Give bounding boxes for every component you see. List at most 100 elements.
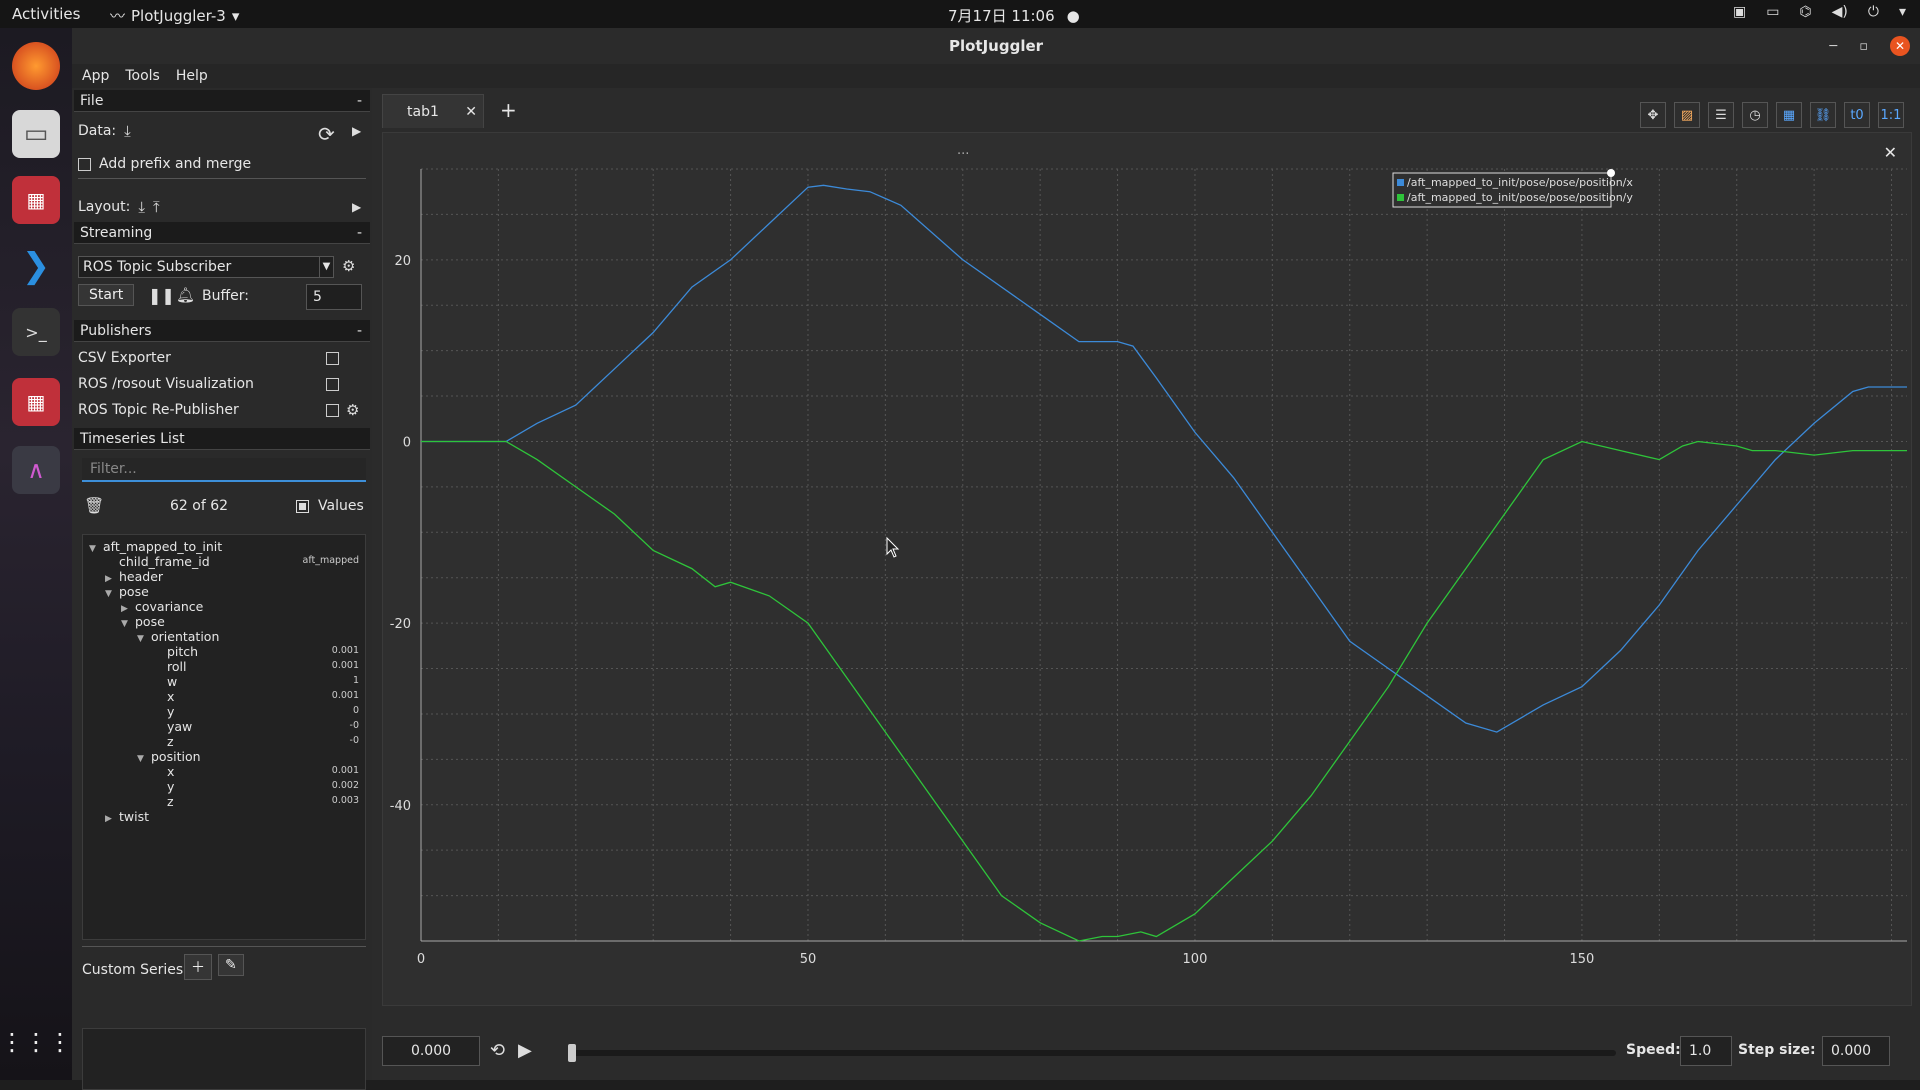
tree-item[interactable]: w	[153, 674, 177, 689]
data-expand-arrow-icon[interactable]: ▶	[352, 124, 361, 138]
tree-item[interactable]: ▼ pose	[121, 614, 165, 629]
app-launcher-red-icon[interactable]: ▦	[12, 176, 60, 224]
tree-item[interactable]: ▶ covariance	[121, 599, 203, 614]
add-custom-series-button[interactable]: ＋	[184, 954, 212, 980]
save-layout-icon[interactable]: ⤒	[153, 198, 160, 216]
minimize-icon[interactable]: ─	[1829, 39, 1837, 54]
chevron-down-icon[interactable]: ▼	[121, 619, 135, 629]
speed-spinbox[interactable]: 1.0	[1680, 1036, 1732, 1066]
start-button[interactable]: Start	[78, 284, 135, 306]
legend-handle[interactable]	[1607, 169, 1615, 177]
chevron-right-icon[interactable]: ▶	[105, 814, 119, 824]
chevron-right-icon[interactable]: ▶	[105, 574, 119, 584]
buffer-spinbox[interactable]: 5	[306, 284, 362, 310]
load-layout-icon[interactable]: ⤓	[138, 198, 145, 216]
chevron-down-icon[interactable]: ▼	[89, 544, 103, 554]
tree-item[interactable]: z	[153, 734, 174, 749]
time-input[interactable]: 0.000	[382, 1036, 480, 1066]
time-slider-handle[interactable]	[568, 1044, 576, 1062]
vscode-icon[interactable]: ❯	[12, 242, 60, 290]
legend-entry[interactable]: /aft_mapped_to_init/pose/pose/position/x	[1407, 176, 1633, 189]
reload-icon[interactable]: ⟳	[318, 122, 335, 146]
close-tab-icon[interactable]: ✕	[465, 95, 477, 129]
republisher-settings-gear-icon[interactable]: ⚙	[346, 401, 359, 419]
chevron-down-icon[interactable]: ▼	[137, 634, 151, 644]
plot-color-icon[interactable]: ▨	[1674, 102, 1700, 128]
timeseries-filter-input[interactable]: Filter...	[82, 458, 366, 482]
series-line-position-x[interactable]	[421, 184, 1907, 733]
legend-entry[interactable]: /aft_mapped_to_init/pose/pose/position/y	[1407, 191, 1633, 204]
chevron-down-icon[interactable]: ▼	[105, 589, 119, 599]
activities-button[interactable]: Activities	[12, 5, 80, 23]
streaming-source-select[interactable]: ROS Topic Subscriber ▼	[78, 256, 334, 278]
play-icon[interactable]: ▶	[518, 1040, 532, 1061]
chevron-down-icon[interactable]: ▼	[137, 754, 151, 764]
tree-item[interactable]: ▼ orientation	[137, 629, 219, 644]
tree-item[interactable]: ▼ aft_mapped_to_init	[89, 539, 222, 554]
line-chart[interactable]: 0 50 100 150200-20-40/aft_mapped_to_init/po…	[383, 133, 1913, 1007]
series-line-position-y[interactable]	[421, 440, 1907, 942]
tree-item[interactable]: z	[153, 794, 174, 809]
publisher-rosout-checkbox[interactable]	[326, 378, 339, 391]
tree-item[interactable]: y	[153, 704, 174, 719]
step-size-spinbox[interactable]: 0.000	[1822, 1036, 1890, 1066]
ratio-icon[interactable]: 1:1	[1878, 102, 1904, 128]
timeseries-tree[interactable]: ▼ aft_mapped_to_init child_frame_id aft_map…	[82, 534, 366, 940]
keyboard-icon[interactable]: ▭	[1766, 4, 1779, 20]
close-window-icon[interactable]: ✕	[1890, 36, 1910, 56]
time-offset-icon[interactable]: t0	[1844, 102, 1870, 128]
camera-icon[interactable]: ▣	[1733, 4, 1746, 20]
file-collapse-button[interactable]: -	[357, 90, 362, 112]
publisher-csv-checkbox[interactable]	[326, 352, 339, 365]
prefix-row[interactable]: Add prefix and merge	[78, 156, 251, 172]
notification-bell-icon[interactable]: 🔔︎	[176, 286, 195, 304]
legend-icon[interactable]: ☰	[1708, 102, 1734, 128]
tree-item[interactable]: ▼ position	[137, 749, 201, 764]
plotjuggler-dock-icon[interactable]: ∧	[12, 446, 60, 494]
tree-item[interactable]: y	[153, 779, 174, 794]
time-icon[interactable]: ◷	[1742, 102, 1768, 128]
custom-series-list[interactable]	[82, 1028, 366, 1090]
pause-icon[interactable]: ❚❚	[148, 286, 175, 305]
tree-item[interactable]: roll	[153, 659, 186, 674]
publishers-section-header[interactable]: Publishers -	[74, 320, 370, 342]
edit-custom-series-button[interactable]: ✎	[218, 954, 244, 976]
tree-item[interactable]: ▶ header	[105, 569, 163, 584]
chevron-right-icon[interactable]: ▶	[121, 604, 135, 614]
publisher-republisher-checkbox[interactable]	[326, 404, 339, 417]
link-icon[interactable]: ⛓	[1810, 102, 1836, 128]
tree-item[interactable]: x	[153, 689, 174, 704]
streaming-section-header[interactable]: Streaming -	[74, 222, 370, 244]
tree-item[interactable]: yaw	[153, 719, 192, 734]
power-icon[interactable]: ⏻	[1868, 4, 1879, 20]
prefix-checkbox[interactable]	[78, 157, 91, 171]
move-icon[interactable]: ✥	[1640, 102, 1666, 128]
plot-widget[interactable]: ... ✕ 0 50 100 150 20 0 -20 -40/aft_mapped_to_i…	[382, 132, 1912, 1006]
clock[interactable]: 7月17日 11:06 ●	[948, 5, 1080, 26]
streaming-collapse-button[interactable]: -	[357, 222, 362, 244]
tree-item[interactable]: x	[153, 764, 174, 779]
file-section-header[interactable]: File -	[74, 90, 370, 112]
loop-icon[interactable]: ⟲	[490, 1040, 505, 1061]
publishers-collapse-button[interactable]: -	[357, 320, 362, 342]
tree-item[interactable]: child_frame_id	[105, 554, 210, 569]
maximize-icon[interactable]: ▫	[1859, 39, 1868, 54]
app-launcher-red-icon-2[interactable]: ▦	[12, 378, 60, 426]
files-icon[interactable]: ▭	[12, 110, 60, 158]
add-tab-icon[interactable]: +	[500, 98, 517, 122]
network-icon[interactable]: ⌬	[1799, 4, 1811, 20]
app-menu[interactable]: 〰 PlotJuggler-3 ▾	[110, 5, 239, 26]
volume-icon[interactable]: ◀)	[1832, 4, 1848, 20]
load-data-icon[interactable]: ⤓	[124, 122, 131, 140]
terminal-icon[interactable]: >_	[12, 308, 60, 356]
system-tray[interactable]: ▣ ▭ ⌬ ◀) ⏻ ▾	[1733, 4, 1906, 20]
show-apps-grid-icon[interactable]: ⋮⋮⋮	[0, 1018, 72, 1066]
firefox-icon[interactable]	[12, 42, 60, 90]
menu-tools[interactable]: Tools	[125, 68, 160, 84]
layout-expand-arrow-icon[interactable]: ▶	[352, 200, 361, 214]
menu-help[interactable]: Help	[176, 68, 208, 84]
tab-tab1[interactable]: tab1 ✕	[382, 94, 484, 128]
trash-icon[interactable]: 🗑︎	[84, 496, 104, 515]
time-slider[interactable]	[572, 1050, 1616, 1056]
tray-chevron-down-icon[interactable]: ▾	[1899, 4, 1906, 20]
